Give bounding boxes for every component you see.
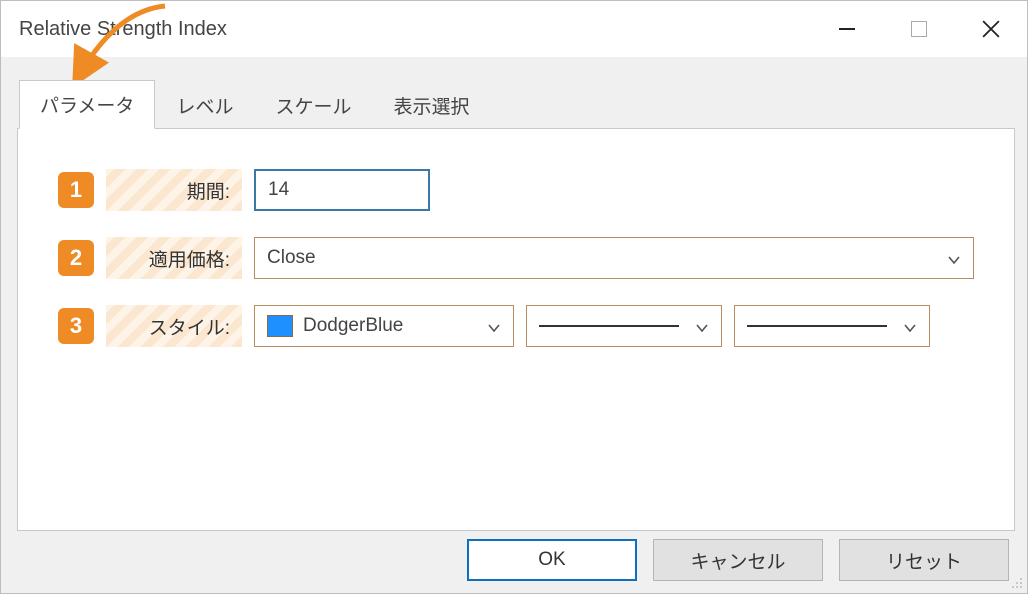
maximize-button[interactable] (883, 1, 955, 57)
color-swatch (267, 315, 293, 337)
apply-price-select[interactable]: Close (254, 237, 974, 279)
dialog-window: Relative Strength Index パラメータ レベル スケール 表… (0, 0, 1028, 594)
style-label: スタイル: (106, 305, 242, 347)
chevron-down-icon (947, 251, 961, 265)
minimize-button[interactable] (811, 1, 883, 57)
tab-panel-parameters: 1 期間: 14 2 適用価格: Close 3 スタイル: (17, 128, 1015, 531)
chevron-down-icon (903, 319, 917, 333)
tab-display[interactable]: 表示選択 (372, 81, 490, 129)
client-area: パラメータ レベル スケール 表示選択 1 期間: 14 2 適用価格: Clo… (1, 57, 1027, 593)
line-style-select[interactable] (526, 305, 722, 347)
ok-button[interactable]: OK (467, 539, 637, 581)
title-bar: Relative Strength Index (1, 1, 1027, 57)
period-input[interactable]: 14 (254, 169, 430, 211)
chevron-down-icon (695, 319, 709, 333)
annotation-badge-2: 2 (58, 240, 94, 276)
period-value: 14 (268, 179, 289, 201)
color-select[interactable]: DodgerBlue (254, 305, 514, 347)
apply-price-value: Close (267, 247, 316, 269)
line-width-preview (747, 325, 887, 327)
chevron-down-icon (487, 319, 501, 333)
resize-grip-icon[interactable] (1007, 573, 1023, 589)
apply-price-label: 適用価格: (106, 237, 242, 279)
row-apply-price: 2 適用価格: Close (58, 237, 974, 279)
line-style-preview (539, 325, 679, 327)
tab-levels[interactable]: レベル (155, 81, 254, 129)
row-period: 1 期間: 14 (58, 169, 974, 211)
annotation-badge-1: 1 (58, 172, 94, 208)
tab-strip: パラメータ レベル スケール 表示選択 (19, 79, 1015, 128)
reset-button[interactable]: リセット (839, 539, 1009, 581)
tab-parameters[interactable]: パラメータ (19, 80, 155, 129)
close-button[interactable] (955, 1, 1027, 57)
row-style: 3 スタイル: DodgerBlue (58, 305, 974, 347)
tab-scale[interactable]: スケール (254, 81, 372, 129)
line-width-select[interactable] (734, 305, 930, 347)
window-controls (811, 1, 1027, 57)
annotation-badge-3: 3 (58, 308, 94, 344)
cancel-button[interactable]: キャンセル (653, 539, 823, 581)
dialog-title: Relative Strength Index (19, 18, 227, 41)
color-name: DodgerBlue (303, 315, 403, 337)
dialog-buttons: OK キャンセル リセット (17, 539, 1015, 581)
period-label: 期間: (106, 169, 242, 211)
